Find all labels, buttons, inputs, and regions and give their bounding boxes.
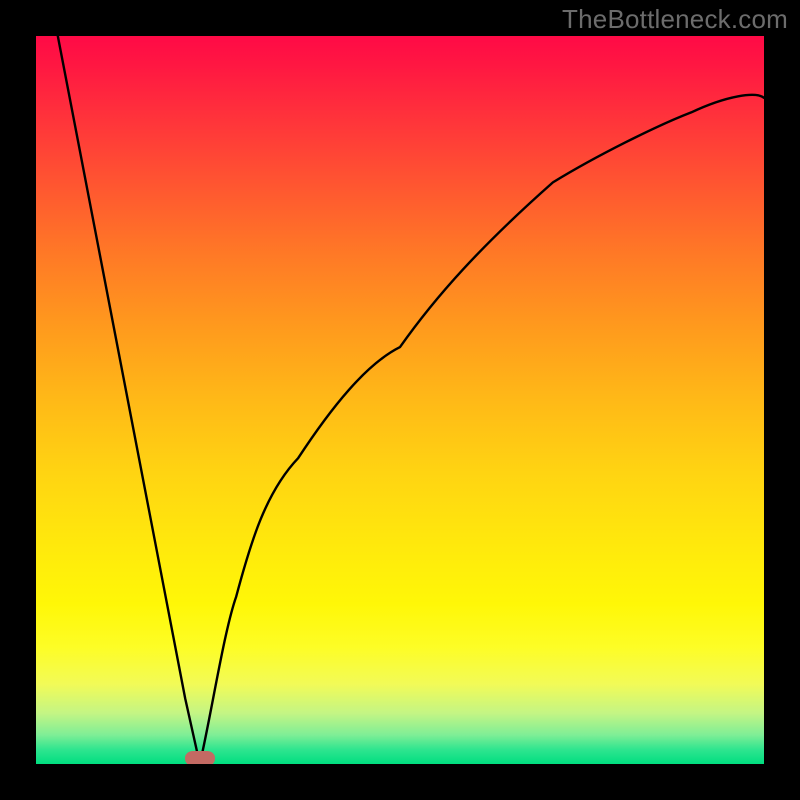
curve-left-branch xyxy=(58,36,200,764)
minimum-marker xyxy=(185,751,215,764)
watermark-text: TheBottleneck.com xyxy=(562,4,788,35)
plot-area xyxy=(36,36,764,764)
curve-right-branch xyxy=(200,95,764,764)
chart-frame: TheBottleneck.com xyxy=(0,0,800,800)
bottleneck-curve xyxy=(36,36,764,764)
